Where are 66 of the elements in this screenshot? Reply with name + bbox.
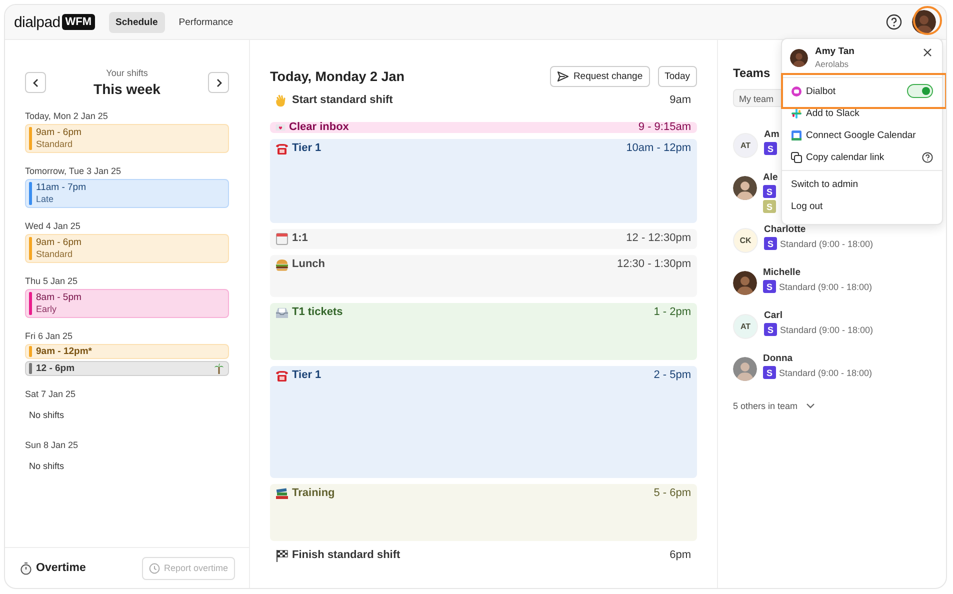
shift-type: Early [36, 304, 58, 315]
shift-badge: S [763, 185, 776, 198]
event-title: T1 tickets [292, 306, 343, 318]
event-title: Finish standard shift [292, 549, 400, 561]
logo-badge: WFM [62, 14, 95, 30]
event-title: Training [292, 487, 335, 499]
event-title: Lunch [292, 258, 325, 270]
shift-text: Standard (9:00 - 18:00) [779, 368, 872, 378]
shift-badge: S [764, 142, 777, 155]
event-title: Tier 1 [292, 369, 322, 381]
day-title: Today, Monday 2 Jan [270, 68, 405, 84]
shift-type: Standard [36, 139, 74, 150]
shift-badge: S [764, 323, 777, 336]
day-label: Sat 7 Jan 25 [25, 389, 77, 399]
shift-text: Standard (9:00 - 18:00) [780, 238, 874, 248]
day-label: Thu 5 Jan 25 [25, 276, 79, 286]
shift-time: 9am - 6pm [36, 237, 82, 249]
event-time: 10am - 12pm [626, 142, 691, 154]
event-time: 9 - 9:15am [638, 122, 691, 133]
event-time: 9am [670, 94, 691, 106]
section-title: Overtime [36, 562, 86, 574]
day-label: Sun 8 Jan 25 [25, 440, 80, 450]
shift-text: Standard (9:00 - 18:00) [780, 324, 874, 334]
event-time: 1 - 2pm [654, 306, 691, 318]
member-name: Charlotte [764, 224, 807, 235]
shift-time: 9am - 6pm [36, 127, 82, 139]
shift-type: Late [36, 194, 55, 205]
member-name: Ale [763, 172, 778, 183]
member-name: Am [764, 129, 780, 140]
member-name: Donna [763, 353, 794, 364]
event-title: Tier 1 [292, 142, 322, 154]
section-title: Teams [733, 66, 772, 82]
member-name: Michelle [763, 267, 802, 278]
event-time: 12:30 - 1:30pm [617, 258, 691, 270]
shift-time: 11am - 7pm [36, 182, 87, 194]
event-time: 6pm [670, 549, 691, 561]
shift-badge: S [763, 200, 776, 213]
shift-time: 9am - 12pm* [36, 346, 93, 357]
initials-avatar: AT [733, 314, 758, 339]
initials-avatar: AT [733, 133, 758, 158]
initials-avatar: CK [733, 228, 758, 253]
event-title: Clear inbox [289, 122, 349, 133]
organization-name: Aerolabs [815, 59, 850, 69]
event-time: 12 - 12:30pm [626, 232, 691, 244]
event-title: Start standard shift [292, 94, 393, 106]
logo-text: dialpad [14, 14, 60, 30]
empty-note: No shifts [28, 409, 66, 422]
shift-time: 8am - 5pm [36, 292, 82, 304]
day-label: Tomorrow, Tue 3 Jan 25 [25, 166, 122, 176]
shift-badge: S [763, 366, 776, 379]
member-name: Carl [764, 310, 784, 321]
day-label: Fri 6 Jan 25 [25, 331, 74, 341]
shift-badge: S [763, 280, 776, 293]
week-title: This week [92, 81, 162, 97]
day-label: Wed 4 Jan 25 [25, 221, 82, 231]
user-name: Amy Tan [815, 46, 854, 57]
shift-badge: S [764, 237, 777, 250]
event-time: 5 - 6pm [654, 487, 691, 499]
event-title: 1:1 [292, 232, 308, 244]
shift-type: Standard [36, 249, 74, 260]
event-time: 2 - 5pm [654, 369, 691, 381]
shift-time: 12 - 6pm [36, 363, 76, 374]
shift-text: Standard (9:00 - 18:00) [779, 282, 872, 292]
day-label: Today, Mon 2 Jan 25 [25, 111, 109, 121]
caption: Your shifts [105, 68, 149, 78]
empty-note: No shifts [28, 460, 66, 473]
